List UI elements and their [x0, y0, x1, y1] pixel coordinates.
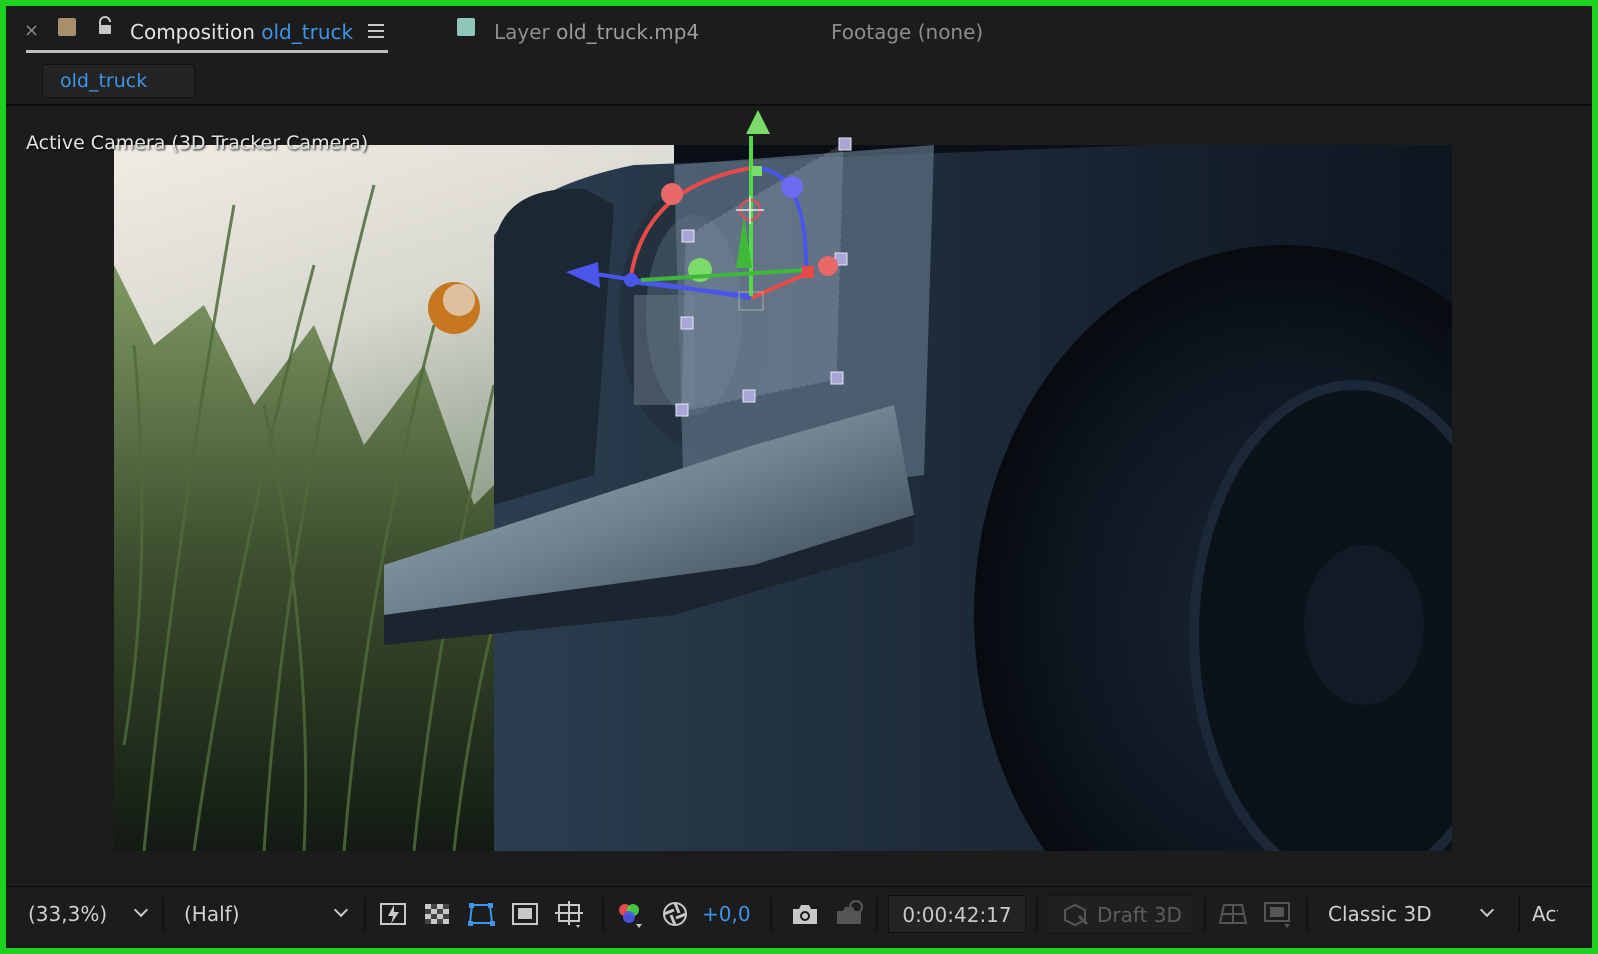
tab-footage[interactable]: Footage (none) [831, 20, 983, 44]
toolbar-divider [1204, 897, 1206, 931]
mask-path-visibility-icon[interactable] [466, 899, 496, 929]
toolbar-divider [876, 897, 878, 931]
region-of-interest-icon[interactable] [510, 899, 540, 929]
exposure-value[interactable]: +0,0 [702, 902, 751, 926]
tab-composition[interactable]: Composition old_truck [130, 20, 353, 44]
draft-3d-icon [1064, 903, 1089, 927]
footage-image [114, 145, 1452, 851]
draft-3d-toggle[interactable]: Draft 3D [1046, 895, 1194, 933]
composition-navigator: old_truck [6, 56, 1592, 106]
footage-frame[interactable] [114, 145, 1452, 851]
composition-color-swatch [58, 18, 76, 36]
composition-viewer[interactable]: Active Camera (3D Tracker Camera) [6, 106, 1592, 886]
transparency-grid-icon[interactable] [422, 899, 452, 929]
window-frame: × Composition old_truck Layer old_truck.… [0, 0, 1598, 954]
grid-guides-icon[interactable] [554, 899, 584, 929]
tab-layer-prefix: Layer [494, 20, 550, 44]
current-time-display[interactable]: 0:00:42:17 [888, 895, 1026, 933]
toolbar-divider [602, 897, 604, 931]
draft-3d-label: Draft 3D [1097, 903, 1182, 927]
active-tab-indicator [26, 50, 388, 53]
chevron-down-icon [133, 902, 149, 918]
tab-composition-prefix: Composition [130, 20, 255, 44]
layer-color-swatch [457, 18, 475, 36]
resolution-dropdown[interactable]: (Half) [174, 895, 354, 933]
toolbar-divider [1306, 897, 1308, 931]
fast-previews-icon[interactable] [378, 899, 408, 929]
y-axis-arrow[interactable] [746, 110, 770, 134]
viewer-toolbar: (33,3%) (Half) +0,0 0:00:42:17 Draft 3D … [6, 886, 1592, 948]
channels-icon[interactable] [614, 899, 644, 929]
toolbar-divider [162, 897, 164, 931]
toolbar-divider [364, 897, 366, 931]
magnification-dropdown[interactable]: (33,3%) [18, 895, 154, 933]
lock-icon[interactable] [96, 16, 114, 40]
tab-layer[interactable]: Layer old_truck.mp4 [494, 20, 699, 44]
renderer-value: Classic 3D [1328, 902, 1432, 926]
chevron-down-icon [333, 902, 349, 918]
ground-plane-icon[interactable] [1218, 899, 1248, 929]
toolbar-divider [770, 897, 772, 931]
panel-tab-bar: × Composition old_truck Layer old_truck.… [6, 6, 1592, 56]
chevron-down-icon [1479, 902, 1495, 918]
camera-snapshot-icon[interactable] [790, 899, 820, 929]
view-camera-value: Active Camera [1532, 902, 1558, 926]
magnification-value: (33,3%) [28, 902, 108, 926]
close-icon[interactable]: × [24, 20, 39, 41]
reset-exposure-icon[interactable] [660, 899, 690, 929]
active-camera-label: Active Camera (3D Tracker Camera) [26, 132, 369, 154]
hamburger-menu-icon[interactable] [368, 24, 384, 38]
tab-composition-name: old_truck [261, 20, 354, 44]
show-snapshot-icon[interactable] [834, 899, 864, 929]
tab-layer-name: old_truck.mp4 [556, 20, 700, 44]
view-camera-dropdown[interactable]: Active Camera [1518, 895, 1558, 933]
toolbar-divider [1036, 897, 1038, 931]
composition-breadcrumb[interactable]: old_truck [42, 64, 195, 98]
extended-viewer-icon[interactable] [1262, 899, 1292, 929]
resolution-value: (Half) [184, 902, 240, 926]
renderer-dropdown[interactable]: Classic 3D [1318, 895, 1500, 933]
